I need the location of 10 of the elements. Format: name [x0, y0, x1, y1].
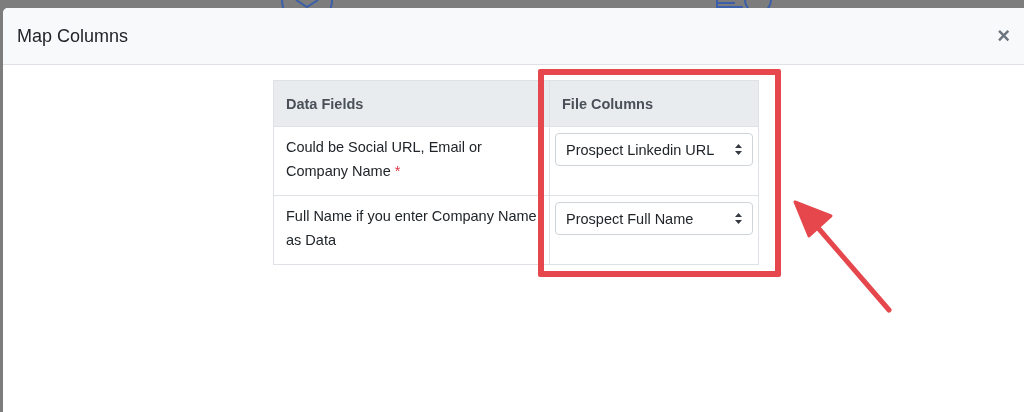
- sort-caret-icon: [735, 213, 742, 224]
- column-header: Data Fields: [273, 80, 550, 127]
- modal-title: Map Columns: [17, 25, 129, 47]
- field-label: Full Name if you enter Company Name as Data: [286, 208, 537, 248]
- column-select[interactable]: Prospect Full Name: [555, 202, 753, 235]
- sort-caret-icon: [735, 144, 742, 155]
- column-header: File Columns: [549, 80, 759, 127]
- column-select[interactable]: Prospect Linkedin URL: [555, 133, 753, 166]
- close-button[interactable]: ×: [993, 25, 1014, 47]
- field-label: Could be Social URL, Email or Company Name *: [286, 139, 482, 179]
